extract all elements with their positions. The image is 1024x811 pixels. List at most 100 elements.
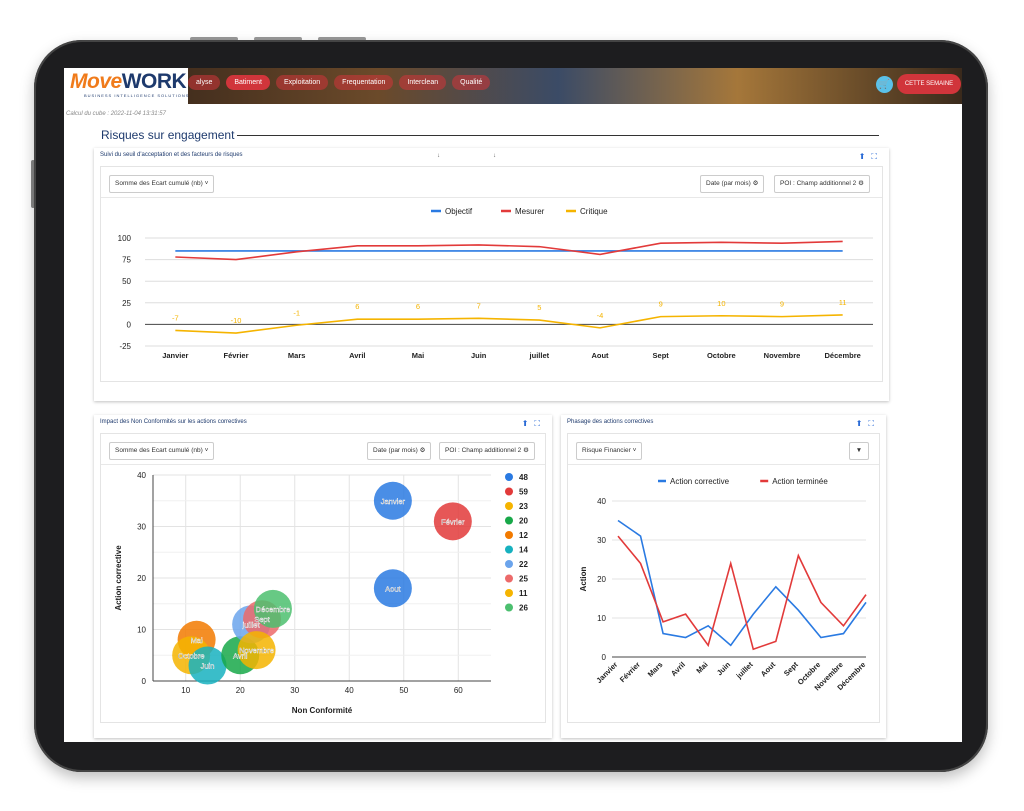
legend-swatch bbox=[505, 574, 513, 583]
legend-swatch bbox=[505, 545, 513, 554]
legend-swatch bbox=[505, 531, 513, 539]
y-axis-title: Action bbox=[579, 566, 588, 591]
data-label: 7 bbox=[477, 301, 481, 310]
data-label: 11 bbox=[839, 298, 847, 307]
x-tick-label: Mars bbox=[646, 660, 665, 679]
legend-swatch bbox=[505, 487, 513, 496]
bubble-label: Janvier bbox=[381, 497, 406, 506]
poi-filter-chip[interactable]: POI : Champ additionnel 2 ⚙ bbox=[774, 175, 870, 193]
bubble-label: Décembre bbox=[256, 605, 291, 614]
measure-dropdown[interactable]: Somme des Ecart cumulé (nb) ˅ bbox=[109, 442, 215, 460]
y-tick-label: 30 bbox=[137, 523, 146, 532]
export-icon[interactable]: ⬆ bbox=[859, 152, 872, 161]
legend-label: 25 bbox=[519, 575, 528, 584]
chart-panel: Somme des Ecart cumulé (nb) ˅ Date (par … bbox=[100, 433, 546, 723]
nav-item-interclean[interactable]: Interclean bbox=[399, 75, 447, 90]
chart-panel: Somme des Ecart cumulé (nb) ˅ Date (par … bbox=[100, 166, 883, 382]
chart-toolbar: Somme des Ecart cumulé (nb) ˅ Date (par … bbox=[101, 434, 545, 465]
filter-icon[interactable]: ▼ bbox=[849, 442, 869, 460]
y-tick-label: -25 bbox=[119, 342, 131, 351]
date-filter-chip[interactable]: Date (par mois) ⚙ bbox=[367, 442, 432, 460]
y-tick-label: 0 bbox=[602, 653, 607, 662]
data-label: -1 bbox=[293, 308, 300, 317]
series-line bbox=[617, 535, 867, 651]
fullscreen-icon[interactable]: ⛶ bbox=[868, 419, 880, 428]
risk-dropdown[interactable]: Risque Financier ˅ bbox=[576, 442, 643, 460]
this-week-button[interactable]: CETTE SEMAINE bbox=[897, 74, 961, 94]
x-tick-label: Sept bbox=[653, 351, 670, 360]
y-axis-title: Action corrective bbox=[114, 545, 123, 611]
nav-item-qualite[interactable]: Qualité bbox=[452, 75, 491, 90]
poi-filter-label: POI : Champ additionnel 2 bbox=[780, 180, 857, 187]
title-divider bbox=[237, 135, 879, 136]
x-tick-label: Octobre bbox=[707, 351, 736, 360]
bubble-label: Sept bbox=[254, 615, 270, 624]
cart-icon[interactable]: 🛒 bbox=[876, 76, 893, 93]
x-tick-label: Février bbox=[223, 351, 248, 360]
risk-threshold-card: Suivi du seuil d'acceptation et des fact… bbox=[94, 148, 889, 401]
data-label: 6 bbox=[355, 302, 359, 311]
nav-item-exploitation[interactable]: Exploitation bbox=[275, 75, 329, 90]
risk-dropdown-label: Risque Financier bbox=[582, 447, 631, 454]
data-label: -4 bbox=[597, 311, 604, 320]
logo-work: WORK bbox=[121, 70, 187, 93]
legend-swatch bbox=[505, 516, 513, 525]
y-tick-label: 0 bbox=[142, 677, 147, 686]
gear-icon: ⚙ bbox=[523, 447, 529, 454]
export-icon[interactable]: ⬆ bbox=[522, 419, 535, 428]
legend-label: Action corrective bbox=[670, 477, 730, 486]
card-title: Impact des Non Conformités sur les actio… bbox=[100, 419, 247, 425]
logo-move: Move bbox=[70, 70, 122, 93]
y-tick-label: 40 bbox=[597, 497, 606, 506]
y-tick-label: 10 bbox=[137, 626, 146, 635]
data-label: -7 bbox=[172, 313, 179, 322]
legend-label: Action terminée bbox=[772, 477, 828, 486]
sort-mark: ↓ bbox=[437, 153, 440, 159]
chevron-down-icon: ˅ bbox=[204, 180, 209, 187]
legend-label: 12 bbox=[519, 531, 528, 540]
fullscreen-icon[interactable]: ⛶ bbox=[871, 152, 883, 161]
phasing-line-chart: 0 10 20 30 40 Action JanvierFévrier Mars Avril Ma… bbox=[579, 477, 867, 692]
x-axis-title: Non Conformité bbox=[292, 706, 353, 715]
x-tick-label: 30 bbox=[290, 686, 299, 695]
logo[interactable]: MoveWORK BUSINESS INTELLIGENCE SOLUTIONS bbox=[64, 68, 188, 104]
series-line bbox=[617, 519, 867, 647]
bubble-label: Juin bbox=[201, 662, 215, 671]
legend-label: 22 bbox=[519, 560, 528, 569]
bubble-label: Aout bbox=[385, 584, 401, 593]
chart-toolbar: Somme des Ecart cumulé (nb) ˅ Date (par … bbox=[101, 167, 882, 198]
data-label: -10 bbox=[231, 316, 242, 325]
logo-subtitle: BUSINESS INTELLIGENCE SOLUTIONS bbox=[84, 93, 190, 98]
measure-dropdown-label: Somme des Ecart cumulé (nb) bbox=[115, 180, 203, 187]
x-tick-label: juillet bbox=[529, 351, 550, 360]
poi-filter-chip[interactable]: POI : Champ additionnel 2 ⚙ bbox=[439, 442, 535, 460]
nav-item-batiment[interactable]: Batiment bbox=[226, 75, 270, 90]
card-title: Suivi du seuil d'acceptation et des fact… bbox=[100, 152, 243, 158]
x-tick-label: 20 bbox=[236, 686, 245, 695]
date-filter-chip[interactable]: Date (par mois) ⚙ bbox=[700, 175, 765, 193]
legend-label: Objectif bbox=[445, 207, 473, 216]
x-tick-label: juillet bbox=[734, 660, 755, 681]
y-tick-label: 30 bbox=[597, 536, 606, 545]
y-tick-label: 20 bbox=[137, 574, 146, 583]
data-label: 10 bbox=[717, 299, 725, 308]
y-tick-label: 75 bbox=[122, 256, 131, 265]
logo-text: MoveWORK bbox=[70, 70, 187, 94]
legend-label: 14 bbox=[519, 546, 528, 555]
date-filter-label: Date (par mois) bbox=[373, 447, 418, 454]
bubble-chart: 10 20 30 40 50 60 0 10 20 30 40 Non Conformité Actio… bbox=[114, 471, 528, 715]
main-nav: alyse Batiment Exploitation Frequentatio… bbox=[188, 75, 491, 90]
x-tick-label: Février bbox=[618, 660, 642, 684]
measure-dropdown[interactable]: Somme des Ecart cumulé (nb) ˅ bbox=[109, 175, 215, 193]
export-icon[interactable]: ⬆ bbox=[856, 419, 869, 428]
nav-item-frequentation[interactable]: Frequentation bbox=[334, 75, 394, 90]
fullscreen-icon[interactable]: ⛶ bbox=[534, 419, 546, 428]
x-tick-label: Janvier bbox=[162, 351, 188, 360]
bubble-label: Mai bbox=[191, 636, 203, 645]
data-label: 5 bbox=[537, 303, 541, 312]
nav-item-analyse[interactable]: alyse bbox=[188, 75, 221, 90]
legend-label: 48 bbox=[519, 473, 528, 482]
y-tick-label: 50 bbox=[122, 277, 131, 286]
gear-icon: ⚙ bbox=[419, 447, 426, 454]
chart-toolbar: Risque Financier ˅ ▼ bbox=[568, 434, 879, 465]
